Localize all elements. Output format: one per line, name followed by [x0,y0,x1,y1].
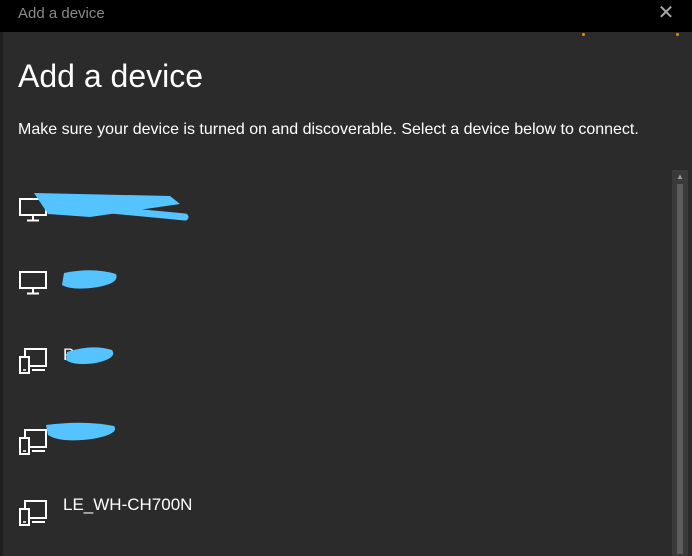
monitor-icon [19,198,47,222]
redaction-mark [46,422,116,441]
devices-icon [19,500,47,526]
device-name: P [63,345,75,364]
scroll-thumb[interactable] [677,184,683,554]
scrollbar[interactable]: ▲ [672,170,688,556]
redaction-mark [34,193,189,221]
devices-icon [19,429,47,455]
device-name: S D [63,269,92,288]
scroll-up-icon[interactable]: ▲ [672,170,688,182]
title-bar: Add a device ✕ [0,0,692,32]
accent-dot [676,33,679,36]
device-item[interactable]: S D [0,245,672,320]
device-item[interactable]: LE_WH-CH700N [0,470,672,545]
device-name: D [63,420,76,439]
device-list: M 4 S D P D LE_WH-CH700N [0,170,672,556]
window-title: Add a device [18,5,105,22]
accent-dot [582,33,585,36]
monitor-icon [19,271,47,295]
device-item[interactable]: D [0,395,672,470]
close-icon: ✕ [657,2,675,24]
devices-icon [19,348,47,374]
page-title: Add a device [18,58,204,94]
instructions-text: Make sure your device is turned on and d… [18,121,639,138]
device-name: M 4 [63,198,92,217]
device-item[interactable]: M 4 [0,170,672,245]
device-item[interactable]: P [0,320,672,395]
close-button[interactable]: ✕ [654,2,678,26]
device-name: LE_WH-CH700N [63,495,193,514]
